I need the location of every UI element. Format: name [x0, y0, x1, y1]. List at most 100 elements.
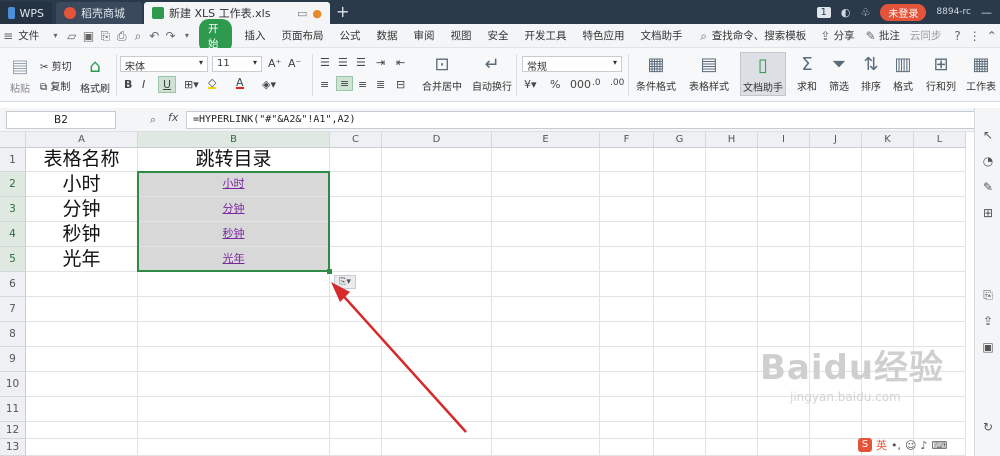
cell-i2[interactable]	[758, 172, 810, 197]
cell-k7[interactable]	[862, 297, 914, 322]
row-header-3[interactable]: 3	[0, 197, 26, 222]
comment-button[interactable]: 批注	[879, 28, 908, 43]
cell-i5[interactable]	[758, 247, 810, 272]
cell-b13[interactable]	[138, 439, 330, 456]
cell-h4[interactable]	[706, 222, 758, 247]
font-color-icon[interactable]: A	[236, 76, 244, 89]
cell-f8[interactable]	[600, 322, 654, 347]
menu-review[interactable]: 审阅	[405, 28, 442, 43]
cell-l11[interactable]	[914, 397, 966, 422]
spreadsheet-grid[interactable]: A B C D E F G H I J K L 1 表格名称 跳转目录 2 小时 小时 3 分钟 分钟 4 秒钟 秒钟 5 光年光…	[0, 132, 974, 456]
cell-f11[interactable]	[600, 397, 654, 422]
cell-f9[interactable]	[600, 347, 654, 372]
row-header-9[interactable]: 9	[0, 347, 26, 372]
column-header-f[interactable]: F	[600, 132, 654, 148]
copy-button[interactable]: ⧉ 复制	[40, 78, 70, 93]
cell-l6[interactable]	[914, 272, 966, 297]
cell-i7[interactable]	[758, 297, 810, 322]
cell-c11[interactable]	[330, 397, 382, 422]
clear-icon[interactable]: ◈▾	[262, 78, 276, 91]
cell-h3[interactable]	[706, 197, 758, 222]
underline-icon[interactable]: U	[158, 76, 177, 93]
cell-e13[interactable]	[492, 439, 600, 456]
cell-c2[interactable]	[330, 172, 382, 197]
cell-g9[interactable]	[654, 347, 706, 372]
cell-b1[interactable]: 跳转目录	[138, 148, 330, 172]
name-box[interactable]: B2	[6, 111, 116, 129]
cell-a1[interactable]: 表格名称	[26, 148, 138, 172]
cell-g5[interactable]	[654, 247, 706, 272]
cell-j4[interactable]	[810, 222, 862, 247]
cell-c5[interactable]	[330, 247, 382, 272]
new-tab-button[interactable]: +	[336, 2, 349, 21]
cell-a3[interactable]: 分钟	[26, 197, 138, 222]
menu-data[interactable]: 数据	[368, 28, 405, 43]
cell-a9[interactable]	[26, 347, 138, 372]
cell-h9[interactable]	[706, 347, 758, 372]
cell-c4[interactable]	[330, 222, 382, 247]
cell-d2[interactable]	[382, 172, 492, 197]
cell-i12[interactable]	[758, 422, 810, 439]
cell-g6[interactable]	[654, 272, 706, 297]
bold-icon[interactable]: B	[124, 78, 132, 91]
cell-d3[interactable]	[382, 197, 492, 222]
cell-g3[interactable]	[654, 197, 706, 222]
cell-d11[interactable]	[382, 397, 492, 422]
cell-k3[interactable]	[862, 197, 914, 222]
indent-icon[interactable]: ⇥	[376, 56, 385, 69]
cell-e2[interactable]	[492, 172, 600, 197]
fx-icon[interactable]: fx	[168, 111, 178, 124]
font-grow-icon[interactable]: A⁺	[268, 57, 281, 70]
cell-d12[interactable]	[382, 422, 492, 439]
increase-decimal-icon[interactable]: .0	[592, 78, 601, 88]
rowcol-button[interactable]: ⊞ 行和列	[924, 54, 958, 93]
cell-a5[interactable]: 光年	[26, 247, 138, 272]
chevron-down-icon[interactable]: ▾	[182, 29, 192, 43]
cell-f7[interactable]	[600, 297, 654, 322]
cell-e5[interactable]	[492, 247, 600, 272]
cell-e11[interactable]	[492, 397, 600, 422]
menu-insert[interactable]: 插入	[236, 28, 273, 43]
menu-view[interactable]: 视图	[442, 28, 479, 43]
decrease-decimal-icon[interactable]: .00	[610, 78, 624, 88]
sum-button[interactable]: Σ 求和	[794, 54, 820, 93]
cut-button[interactable]: ✂ 剪切	[40, 58, 72, 73]
cell-f5[interactable]	[600, 247, 654, 272]
print-preview-icon[interactable]: ⌕	[133, 29, 143, 43]
cell-f2[interactable]	[600, 172, 654, 197]
paste-button[interactable]: ▤ 粘贴	[6, 56, 34, 95]
share-icon[interactable]: ⇪	[820, 29, 830, 43]
cell-g1[interactable]	[654, 148, 706, 172]
shirt-icon[interactable]: ♧	[861, 6, 871, 19]
justify-icon[interactable]: ≣	[376, 78, 385, 91]
cell-b7[interactable]	[138, 297, 330, 322]
cell-l3[interactable]	[914, 197, 966, 222]
cell-h11[interactable]	[706, 397, 758, 422]
cell-e3[interactable]	[492, 197, 600, 222]
cell-a10[interactable]	[26, 372, 138, 397]
align-top-icon[interactable]: ☰	[320, 56, 330, 69]
cell-a2[interactable]: 小时	[26, 172, 138, 197]
cell-j5[interactable]	[810, 247, 862, 272]
cell-j7[interactable]	[810, 297, 862, 322]
fill-handle[interactable]	[327, 269, 332, 274]
cell-j2[interactable]	[810, 172, 862, 197]
history-icon[interactable]: ↻	[981, 420, 995, 434]
outdent-icon[interactable]: ⇤	[396, 56, 405, 69]
zoom-icon[interactable]: ⌕	[150, 113, 156, 127]
save-icon[interactable]: ▣	[83, 29, 94, 43]
cell-b9[interactable]	[138, 347, 330, 372]
cell-h8[interactable]	[706, 322, 758, 347]
cell-g7[interactable]	[654, 297, 706, 322]
menu-security[interactable]: 安全	[479, 28, 516, 43]
share-button[interactable]: 分享	[834, 28, 863, 43]
tab-store[interactable]: 稻壳商城	[56, 2, 142, 24]
column-header-h[interactable]: H	[706, 132, 758, 148]
cell-g8[interactable]	[654, 322, 706, 347]
cell-c8[interactable]	[330, 322, 382, 347]
cell-h13[interactable]	[706, 439, 758, 456]
row-header-7[interactable]: 7	[0, 297, 26, 322]
row-header-8[interactable]: 8	[0, 322, 26, 347]
row-header-12[interactable]: 12	[0, 422, 26, 439]
collapse-icon[interactable]: ⌃	[987, 29, 997, 43]
